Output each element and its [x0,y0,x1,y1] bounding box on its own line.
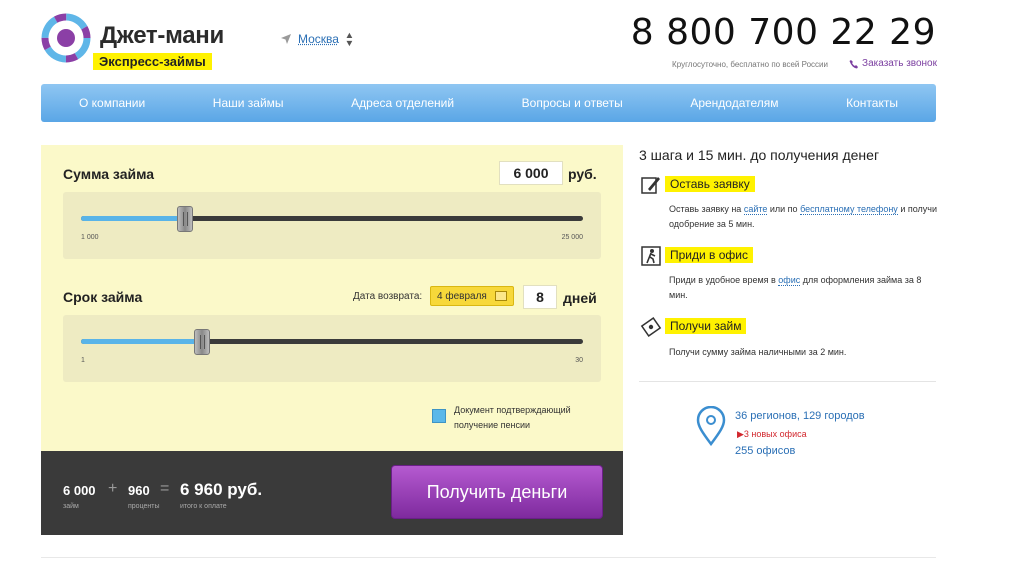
amount-slider-panel: 1 000 25 000 [63,192,601,259]
nav-item-offices[interactable]: Адреса отделений [351,96,454,110]
walking-person-icon [641,246,661,266]
get-money-button[interactable]: Получить деньги [391,465,603,519]
footer-divider [41,557,936,558]
amount-slider-track[interactable] [81,216,583,221]
step-2-text: Приди в удобное время в офис для оформле… [669,273,939,303]
free-phone-link[interactable]: бесплатному телефону [800,204,898,215]
city-selector[interactable]: Москва ▲ ▼ [280,30,355,48]
return-date-value: 4 февраля [437,290,487,302]
summary-plus: + [108,480,118,497]
brand-tagline: Экспресс-займы [93,53,212,70]
step-3-text: Получи сумму займа наличными за 2 мин. [669,347,847,357]
brand-name[interactable]: Джет-мани [100,22,224,50]
pension-doc-checkbox[interactable] [432,409,446,423]
term-input[interactable]: 8 [523,285,557,309]
brand-logo-icon[interactable] [40,12,92,64]
pension-doc-label[interactable]: Документ подтверждающий получение пенсии [454,403,594,433]
phone-note: Круглосуточно, бесплатно по всей России [672,60,828,69]
term-slider-fill [81,339,202,344]
nav-item-loans[interactable]: Наши займы [213,96,284,110]
nav-item-contacts[interactable]: Контакты [846,96,898,110]
new-offices-label[interactable]: 3 новых офиса [744,429,807,439]
city-name[interactable]: Москва [298,32,339,46]
amount-unit: руб. [568,166,597,182]
loan-calculator: Сумма займа 6 000 руб. 1 000 25 000 Срок… [41,145,623,535]
term-slider-panel: 1 30 [63,315,601,382]
site-link[interactable]: сайте [743,204,768,215]
amount-input[interactable]: 6 000 [499,161,563,185]
location-arrow-icon [281,34,291,44]
amount-slider-handle[interactable] [177,206,194,232]
summary-interest: 960 [128,483,150,498]
step-1-text-part: или по [767,204,801,214]
cash-icon [640,317,662,337]
summary-loan-caption: займ [63,503,79,510]
step-2-text-part: Приди в удобное время в [669,275,779,285]
step-3-title: Получи займ [665,318,747,334]
divider [639,381,936,382]
summary-loan: 6 000 [63,483,96,498]
summary-total: 6 960 руб. [180,480,263,499]
step-1-title: Оставь заявку [665,176,755,192]
phone-icon [849,59,859,68]
nav-item-landlords[interactable]: Арендодателям [690,96,778,110]
nav-item-about[interactable]: О компании [79,96,145,110]
term-label: Срок займа [63,289,143,305]
step-2-title: Приди в офис [665,247,753,263]
office-link[interactable]: офис [778,275,801,286]
return-date-label: Дата возврата: [353,291,423,302]
term-slider-track[interactable] [81,339,583,344]
pencil-form-icon [641,177,660,194]
step-1-text: Оставь заявку на сайте или по бесплатном… [669,202,939,232]
return-date-picker[interactable]: 4 февраля [430,286,514,306]
calendar-icon [494,291,507,301]
amount-label: Сумма займа [63,166,155,182]
updown-arrows-icon: ▲ ▼ [344,30,355,48]
term-slider-handle[interactable] [193,329,210,355]
summary-interest-caption: проценты [128,503,160,510]
summary-equals: = [160,480,170,497]
nav-item-faq[interactable]: Вопросы и ответы [522,96,623,110]
term-unit: дней [563,290,597,306]
amount-min-label: 1 000 [81,234,99,241]
callback-link[interactable]: Заказать звонок [849,58,937,69]
amount-slider-fill [81,216,186,221]
term-max-label: 30 [575,357,583,364]
map-pin-icon [696,406,726,446]
term-min-label: 1 [81,357,85,364]
amount-max-label: 25 000 [561,234,583,241]
offices-link[interactable]: 255 офисов [735,445,795,457]
steps-title: 3 шага и 15 мин. до получения денег [639,147,880,163]
callback-label[interactable]: Заказать звонок [862,58,937,69]
summary-total-caption: итого к оплате [180,503,227,510]
step-1-text-part: Оставь заявку на [669,204,744,214]
new-offices-link[interactable]: ▶3 новых офиса [737,429,807,440]
phone-number: 8 800 700 22 29 [630,12,936,53]
red-arrow-icon: ▶ [737,429,744,439]
regions-link[interactable]: 36 регионов, 129 городов [735,410,865,422]
main-nav: О компании Наши займы Адреса отделений В… [41,84,936,122]
